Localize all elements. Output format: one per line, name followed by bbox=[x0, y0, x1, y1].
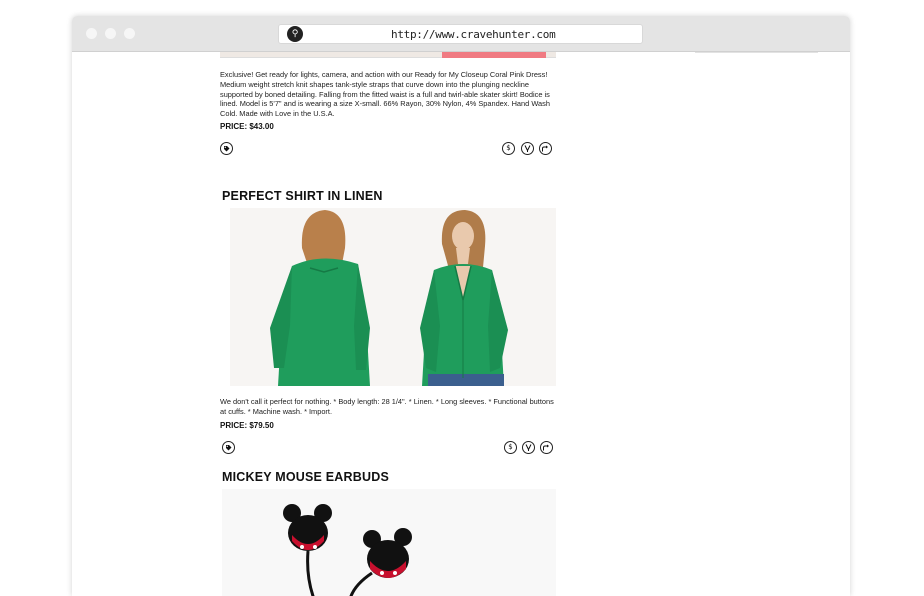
share-icon[interactable] bbox=[539, 142, 552, 155]
tag-icon[interactable] bbox=[220, 142, 233, 155]
product-feed: Exclusive! Get ready for lights, camera,… bbox=[72, 52, 850, 596]
product-description: We don't call it perfect for nothing. * … bbox=[220, 397, 554, 416]
product-image-shirt[interactable] bbox=[230, 208, 556, 386]
product-description: Exclusive! Get ready for lights, camera,… bbox=[220, 70, 550, 119]
address-bar[interactable]: ⚲ http://www.cravehunter.com bbox=[278, 24, 643, 44]
tag-icon[interactable] bbox=[222, 441, 235, 454]
product-title[interactable]: PERFECT SHIRT IN LINEN bbox=[222, 189, 383, 203]
browser-toolbar: ⚲ http://www.cravehunter.com bbox=[72, 16, 850, 52]
product-title[interactable]: MICKEY MOUSE EARBUDS bbox=[222, 470, 389, 484]
window-minimize-button[interactable] bbox=[105, 28, 116, 39]
dollar-icon[interactable]: $ bbox=[502, 142, 515, 155]
window-close-button[interactable] bbox=[86, 28, 97, 39]
browser-window: ⚲ http://www.cravehunter.com Exclusive! … bbox=[72, 16, 850, 596]
crave-icon[interactable] bbox=[521, 142, 534, 155]
share-icon[interactable] bbox=[540, 441, 553, 454]
shirt-photo bbox=[270, 210, 508, 386]
earbuds-photo bbox=[283, 504, 412, 596]
product-image-dress[interactable] bbox=[220, 52, 556, 58]
window-zoom-button[interactable] bbox=[124, 28, 135, 39]
product-image-earbuds[interactable] bbox=[222, 489, 556, 596]
dollar-icon[interactable]: $ bbox=[504, 441, 517, 454]
product-price: PRICE: $43.00 bbox=[220, 122, 274, 131]
url-text[interactable]: http://www.cravehunter.com bbox=[391, 28, 556, 41]
site-logo-icon: ⚲ bbox=[287, 26, 303, 42]
product-price: PRICE: $79.50 bbox=[220, 421, 274, 430]
dress-fabric bbox=[442, 52, 546, 58]
crave-icon[interactable] bbox=[522, 441, 535, 454]
